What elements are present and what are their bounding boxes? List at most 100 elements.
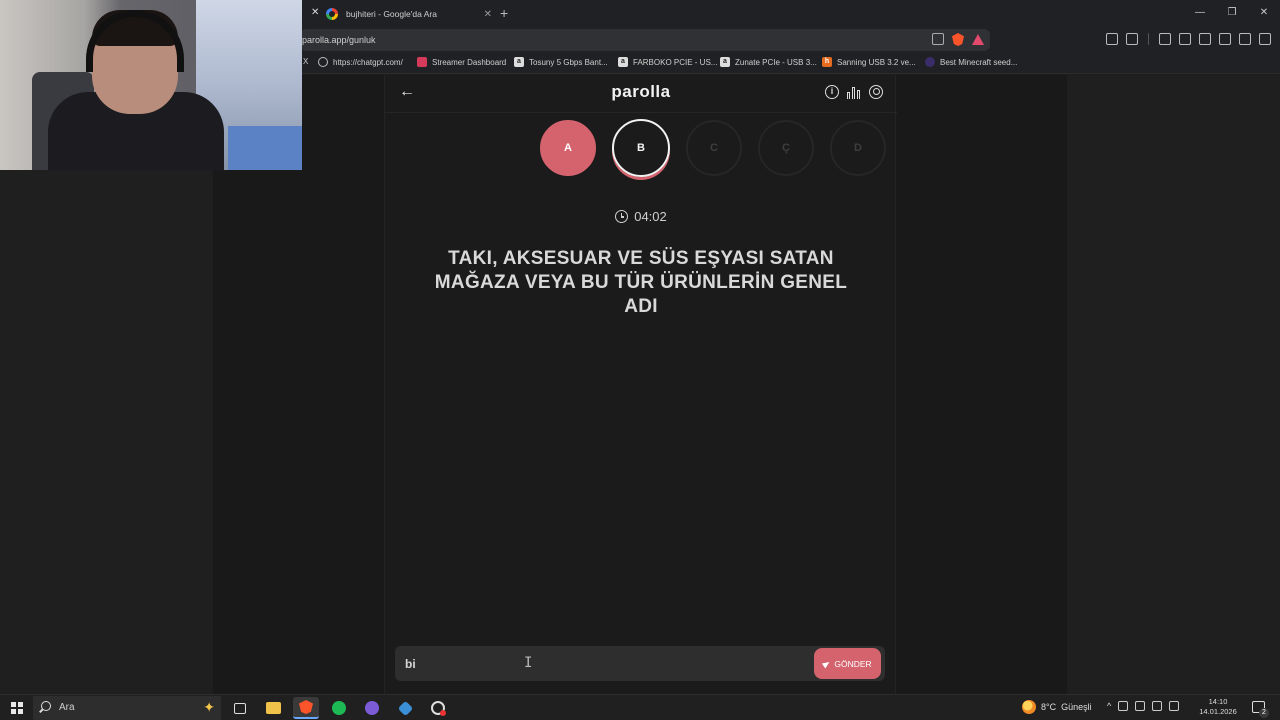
taskbar-spotify[interactable] xyxy=(326,697,352,719)
clock-date: 14.01.2026 xyxy=(1199,707,1237,716)
address-bar[interactable]: parolla.app/gunluk xyxy=(300,29,990,51)
network-icon[interactable] xyxy=(1152,701,1163,711)
letter-circle-a[interactable]: A xyxy=(540,120,596,176)
tray-app-icon[interactable] xyxy=(1118,701,1129,711)
windows-taskbar: Ara ✦ 8°C Güneşli ^ 14:10 14.01.2026 2 xyxy=(0,694,1280,720)
send-button[interactable]: GÖNDER xyxy=(814,648,881,679)
taskbar-search[interactable]: Ara ✦ xyxy=(33,696,221,720)
bookmark-label: https://chatgpt.com/ xyxy=(333,57,403,67)
sidebar-icon[interactable] xyxy=(1179,33,1191,45)
parolla-app: ← parolla i A B C Ç D 04:02 TAKI, AKSESU… xyxy=(384,75,897,694)
globe-icon xyxy=(318,57,328,67)
screen: ✕ bujhiteri - Google'da Ara ✕ + — ❐ ✕ pa… xyxy=(0,0,1280,720)
bookmark-zunate[interactable]: a Zunate PCIe - USB 3... xyxy=(720,57,817,67)
bookmark-tosuny[interactable]: a Tosuny 5 Gbps Bant... xyxy=(514,57,608,67)
microphone-icon[interactable] xyxy=(1135,701,1146,711)
taskbar-task-view[interactable] xyxy=(227,697,253,719)
brave-shields-icon[interactable] xyxy=(952,33,964,46)
search-placeholder: Ara xyxy=(59,702,75,713)
taskbar-brave[interactable] xyxy=(293,697,319,719)
sun-icon xyxy=(1022,700,1036,714)
google-icon xyxy=(326,8,338,20)
amazon-icon: a xyxy=(720,57,730,67)
bookmark-label: Sanning USB 3.2 ve... xyxy=(837,57,916,67)
bookmark-label: X xyxy=(303,57,309,66)
bookmark-farboko[interactable]: a FARBOKO PCIE - US... xyxy=(618,57,717,67)
weather-temp: 8°C xyxy=(1041,702,1057,712)
screenshot-icon[interactable] xyxy=(1126,33,1138,45)
window-controls: — ❐ ✕ xyxy=(1184,0,1280,28)
windows-start-icon[interactable] xyxy=(11,702,23,714)
search-icon xyxy=(41,701,51,711)
task-view-icon xyxy=(234,702,246,714)
letter-circle-c[interactable]: C xyxy=(686,120,742,176)
system-tray: ^ xyxy=(1107,701,1180,711)
obs-icon xyxy=(431,701,446,716)
volume-icon[interactable] xyxy=(1169,701,1180,711)
letter-circle-b[interactable]: B xyxy=(612,119,670,177)
spotify-icon xyxy=(332,701,346,715)
profile-icon[interactable] xyxy=(869,85,883,99)
address-bar-icons xyxy=(932,33,984,46)
bookmark-label: Tosuny 5 Gbps Bant... xyxy=(529,57,608,67)
wallet-icon[interactable] xyxy=(1199,33,1211,45)
answer-input[interactable] xyxy=(405,655,785,673)
extensions-icon[interactable] xyxy=(1106,33,1118,45)
brave-rewards-icon[interactable] xyxy=(972,34,984,45)
stats-icon[interactable] xyxy=(847,85,861,99)
tab-close-icon[interactable]: ✕ xyxy=(484,9,492,20)
send-icon xyxy=(822,659,832,668)
browser-toolbar-icons xyxy=(1106,33,1271,45)
music-icon[interactable] xyxy=(1159,33,1171,45)
menu-icon[interactable] xyxy=(1259,33,1271,45)
weather-text: Güneşli xyxy=(1061,702,1092,712)
leo-ai-icon[interactable] xyxy=(1219,33,1231,45)
question-text: TAKI, AKSESUAR VE SÜS EŞYASI SATAN MAĞAZ… xyxy=(434,248,848,317)
notification-badge: 2 xyxy=(1259,708,1269,718)
url-text: parolla.app/gunluk xyxy=(302,35,376,45)
bookmark-label: FARBOKO PCIE - US... xyxy=(633,57,718,67)
minimize-icon[interactable]: — xyxy=(1184,0,1216,28)
bookmark-sanning[interactable]: h Sanning USB 3.2 ve... xyxy=(822,57,916,67)
vpn-icon[interactable] xyxy=(1239,33,1251,45)
bookmark-streamer-dashboard[interactable]: Streamer Dashboard xyxy=(417,57,506,67)
restore-icon[interactable]: ❐ xyxy=(1216,0,1248,28)
send-label: GÖNDER xyxy=(834,658,872,669)
answer-bar: I GÖNDER xyxy=(395,646,885,681)
discord-icon xyxy=(365,701,379,715)
tab-title: bujhiteri - Google'da Ara xyxy=(346,9,437,19)
folder-icon xyxy=(265,702,281,714)
amazon-icon: a xyxy=(618,57,628,67)
clock-time: 14:10 xyxy=(1208,697,1228,706)
taskbar-obs[interactable] xyxy=(425,697,451,719)
bookmark-x[interactable]: X xyxy=(303,57,308,66)
letter-circle-d[interactable]: D xyxy=(830,120,886,176)
clock-icon xyxy=(615,210,629,223)
chevron-up-icon[interactable]: ^ xyxy=(1107,701,1111,711)
weather-widget[interactable]: 8°C Güneşli xyxy=(1022,700,1092,714)
brave-icon xyxy=(299,700,313,714)
letter-circle-c-cedilla[interactable]: Ç xyxy=(758,120,814,176)
previous-tab-close-icon[interactable]: ✕ xyxy=(311,7,319,18)
taskbar-file-explorer[interactable] xyxy=(260,697,286,719)
taskbar-discord[interactable] xyxy=(359,697,385,719)
text-cursor-icon: I xyxy=(524,655,533,671)
bookmark-chatgpt[interactable]: https://chatgpt.com/ xyxy=(318,57,403,67)
amazon-icon: a xyxy=(514,57,524,67)
webcam-overlay xyxy=(0,0,302,170)
webcam-table xyxy=(228,126,302,170)
taskbar-clock[interactable]: 14:10 14.01.2026 xyxy=(1198,697,1238,717)
new-tab-icon[interactable]: + xyxy=(500,5,508,21)
search-highlight-icon: ✦ xyxy=(203,699,215,715)
letter-progress: A B C Ç D xyxy=(540,119,886,177)
share-icon[interactable] xyxy=(932,33,944,45)
taskbar-kodi[interactable] xyxy=(392,697,418,719)
timer-value: 04:02 xyxy=(634,209,667,224)
browser-tab[interactable]: bujhiteri - Google'da Ara ✕ xyxy=(326,2,496,26)
bookmark-label: Streamer Dashboard xyxy=(432,57,507,67)
info-icon[interactable]: i xyxy=(825,85,839,99)
site-icon xyxy=(925,57,935,67)
header-icons: i xyxy=(825,85,883,99)
window-close-icon[interactable]: ✕ xyxy=(1248,0,1280,28)
bookmark-minecraft[interactable]: Best Minecraft seed... xyxy=(925,57,1017,67)
